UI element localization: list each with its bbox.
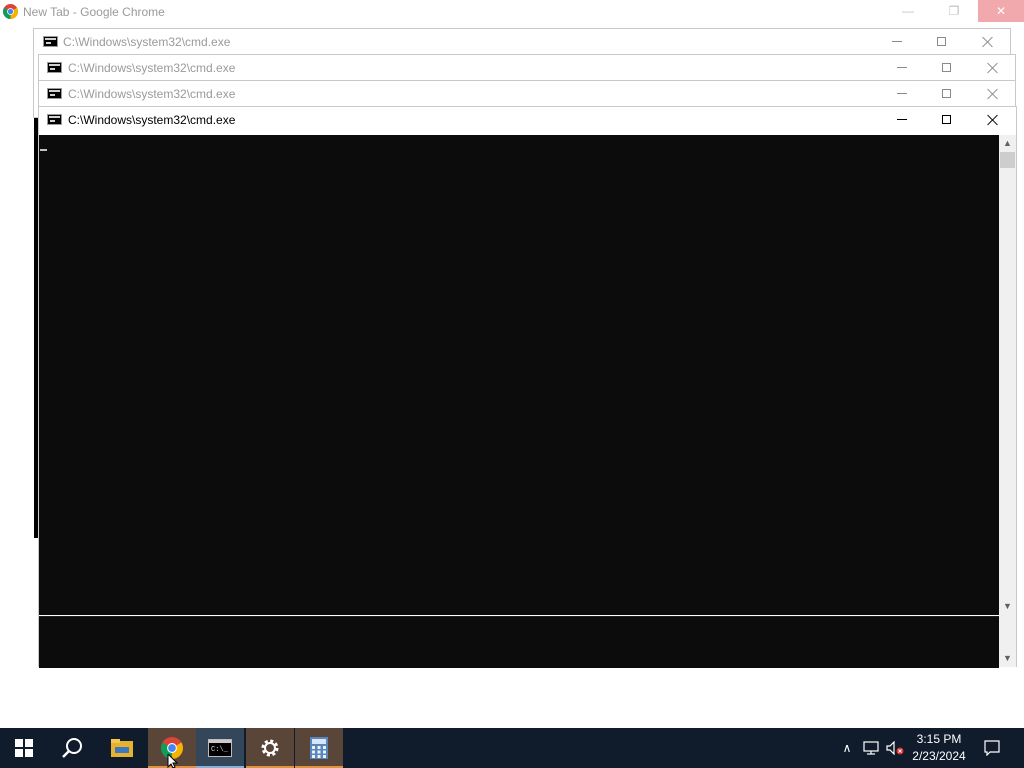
start-button[interactable]: [0, 728, 48, 768]
maximize-icon: [942, 115, 951, 124]
action-center-button[interactable]: [978, 728, 1006, 768]
notification-icon: [984, 740, 1000, 756]
vertical-scrollbar[interactable]: ▲ ▼ ▼: [999, 135, 1016, 667]
maximize-icon: [937, 37, 946, 46]
scroll-down-arrow-icon[interactable]: ▼: [999, 598, 1016, 615]
cmd-window-title: C:\Windows\system32\cmd.exe: [68, 61, 236, 75]
scroll-up-arrow-icon[interactable]: ▲: [999, 135, 1016, 152]
calculator-taskbar-button[interactable]: [295, 728, 343, 768]
settings-taskbar-button[interactable]: [246, 728, 294, 768]
chrome-minimize-button[interactable]: —: [885, 0, 931, 22]
cmd-window-title: C:\Windows\system32\cmd.exe: [68, 113, 236, 127]
text-cursor: [40, 149, 47, 151]
maximize-button[interactable]: [924, 81, 969, 106]
clock-date: 2/23/2024: [912, 749, 966, 763]
close-button[interactable]: [970, 107, 1015, 132]
scrollbar-thumb[interactable]: [1000, 152, 1015, 168]
maximize-icon: [942, 63, 951, 72]
close-button[interactable]: [970, 55, 1015, 80]
maximize-button[interactable]: [924, 55, 969, 80]
volume-tray-button[interactable]: [884, 728, 906, 768]
calculator-icon: [310, 737, 328, 759]
close-button[interactable]: [970, 81, 1015, 106]
cmd-taskbar-button[interactable]: C:\_: [196, 728, 244, 768]
cmd-app-icon: [47, 114, 62, 125]
minimize-icon: [896, 119, 907, 120]
show-hidden-icons-button[interactable]: ∧: [838, 728, 856, 768]
file-explorer-icon: [111, 739, 133, 757]
cmd-window-title-bar[interactable]: C:\Windows\system32\cmd.exe: [39, 107, 1016, 132]
cmd-window-title-bar[interactable]: C:\Windows\system32\cmd.exe: [39, 55, 1015, 80]
close-icon: [987, 114, 999, 126]
cmd-app-icon: [43, 36, 58, 47]
maximize-button[interactable]: [919, 29, 964, 54]
cmd-window-title-bar[interactable]: C:\Windows\system32\cmd.exe: [39, 81, 1015, 106]
search-button[interactable]: [48, 728, 96, 768]
minimize-icon: [896, 93, 907, 94]
chrome-close-button[interactable]: ✕: [978, 0, 1024, 22]
chrome-restore-button[interactable]: ❐: [931, 0, 977, 22]
cmd-window-title: C:\Windows\system32\cmd.exe: [68, 87, 236, 101]
network-tray-button[interactable]: [860, 728, 882, 768]
minimize-button[interactable]: [879, 81, 924, 106]
chrome-logo-icon: [3, 4, 18, 19]
console-lower-area[interactable]: [39, 616, 999, 668]
volume-muted-icon: [886, 741, 904, 755]
svg-text:C:\_: C:\_: [211, 746, 229, 754]
chrome-window-title: New Tab - Google Chrome: [23, 5, 165, 19]
mouse-cursor-icon: [167, 754, 179, 768]
close-button[interactable]: [965, 29, 1010, 54]
maximize-button[interactable]: [924, 107, 969, 132]
cmd-app-icon: [47, 88, 62, 99]
chevron-up-icon: ∧: [842, 741, 852, 755]
close-icon: [987, 88, 999, 100]
cmd-window-title-bar[interactable]: C:\Windows\system32\cmd.exe: [34, 29, 1010, 54]
minimize-button[interactable]: [879, 107, 924, 132]
minimize-button[interactable]: [874, 29, 919, 54]
maximize-icon: [942, 89, 951, 98]
cmd-window-title: C:\Windows\system32\cmd.exe: [63, 35, 231, 49]
file-explorer-button[interactable]: [98, 728, 146, 768]
settings-icon: [261, 739, 279, 757]
taskbar: C:\_ ∧ 3:15 PM 2/23/2024: [0, 728, 1024, 768]
cmd-window-active[interactable]: C:\Windows\system32\cmd.exe ▲ ▼ ▼: [38, 106, 1017, 668]
console-output-area[interactable]: [39, 135, 999, 615]
minimize-icon: [896, 67, 907, 68]
search-icon: [62, 738, 82, 758]
network-icon: [863, 741, 879, 755]
minimize-button[interactable]: [879, 55, 924, 80]
cmd-app-icon: [47, 62, 62, 73]
close-icon: [987, 62, 999, 74]
chrome-title-bar[interactable]: New Tab - Google Chrome — ❐ ✕: [0, 0, 1024, 24]
clock-time: 3:15 PM: [916, 732, 962, 746]
minimize-icon: [891, 41, 902, 42]
start-icon: [15, 739, 33, 757]
cmd-icon: C:\_: [208, 739, 232, 757]
scroll-down-arrow-icon[interactable]: ▼: [999, 650, 1016, 667]
close-icon: [982, 36, 994, 48]
system-clock[interactable]: 3:15 PM 2/23/2024: [908, 731, 970, 765]
